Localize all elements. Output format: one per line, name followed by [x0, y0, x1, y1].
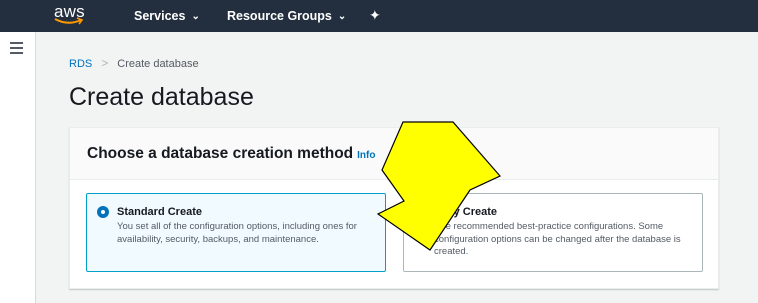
option-description: You set all of the configuration options… — [117, 221, 357, 245]
breadcrumb-rds-link[interactable]: RDS — [69, 58, 92, 70]
radio-selected-icon[interactable] — [97, 206, 109, 218]
resource-groups-label: Resource Groups — [227, 9, 332, 23]
services-menu[interactable]: Services ⌄ — [134, 9, 200, 23]
panel-title-text: Choose a database creation method — [87, 145, 354, 162]
creation-method-panel: Choose a database creation method Info St… — [69, 127, 719, 289]
pin-icon[interactable]: ✦ — [369, 7, 381, 24]
chevron-down-icon: ⌄ — [337, 11, 347, 22]
panel-header: Choose a database creation method Info — [70, 128, 718, 180]
services-label: Services — [134, 9, 186, 23]
breadcrumb-current: Create database — [117, 58, 199, 70]
breadcrumb-separator-icon: > — [101, 56, 109, 70]
panel-title: Choose a database creation method Info — [87, 145, 375, 163]
aws-smile-icon — [54, 17, 84, 25]
info-link[interactable]: Info — [357, 150, 375, 161]
breadcrumb: RDS > Create database — [69, 56, 199, 70]
option-title: Easy Create — [434, 206, 497, 218]
standard-create-option[interactable]: Standard Create You set all of the confi… — [86, 193, 386, 272]
sidebar — [0, 32, 36, 303]
easy-create-option[interactable]: Easy Create Use recommended best-practic… — [403, 193, 703, 272]
chevron-down-icon: ⌄ — [191, 11, 200, 22]
resource-groups-menu[interactable]: Resource Groups ⌄ — [227, 9, 346, 23]
page-title: Create database — [69, 83, 254, 111]
aws-logo[interactable]: aws — [54, 2, 90, 30]
option-title: Standard Create — [117, 206, 202, 218]
option-description: Use recommended best-practice configurat… — [434, 221, 681, 257]
hamburger-menu-icon[interactable] — [10, 42, 23, 57]
top-navigation-bar: aws Services ⌄ Resource Groups ⌄ ✦ — [0, 0, 758, 32]
